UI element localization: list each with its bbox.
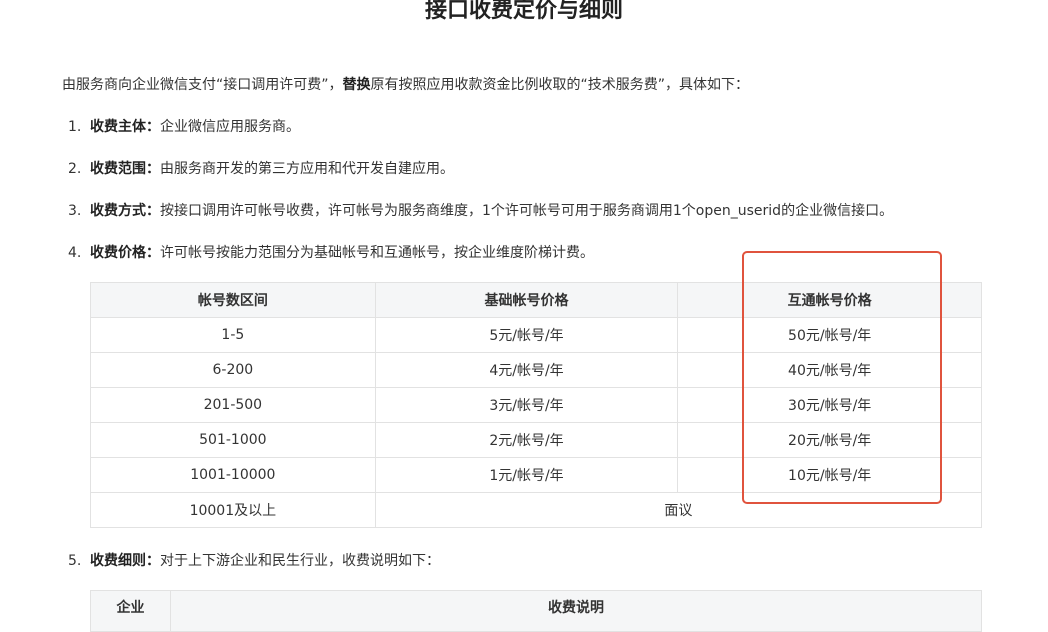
list-item-1: 1. 收费主体：企业微信应用服务商。: [68, 116, 300, 138]
list-text: 由服务商开发的第三方应用和代开发自建应用。: [160, 161, 454, 177]
list-text: 企业微信应用服务商。: [160, 119, 300, 135]
cell-range: 501-1000: [90, 422, 376, 458]
list-text: 对于上下游企业和民生行业，收费说明如下：: [160, 553, 440, 569]
list-number: 2.: [68, 161, 82, 177]
table-header-row: 企业 收费说明: [90, 590, 983, 632]
cell-basic-price: 5元/帐号/年: [374, 317, 679, 353]
cell-basic-price: 3元/帐号/年: [374, 387, 679, 423]
list-label: 收费价格：: [90, 245, 160, 261]
list-text: 许可帐号按能力范围分为基础帐号和互通帐号，按企业维度阶梯计费。: [160, 245, 594, 261]
list-item-4: 4. 收费价格：许可帐号按能力范围分为基础帐号和互通帐号，按企业维度阶梯计费。: [68, 242, 594, 264]
intro-bold: 替换: [342, 77, 371, 93]
list-label: 收费细则：: [90, 553, 160, 569]
list-item-3: 3. 收费方式：按接口调用许可帐号收费，许可帐号为服务商维度，1个许可帐号可用于服…: [68, 200, 893, 222]
list-number: 3.: [68, 203, 82, 219]
header-fee-description: 收费说明: [169, 590, 983, 632]
intro-text-2: 原有按照应用收款资金比例收取的“技术服务费”，具体如下：: [370, 77, 750, 93]
list-label: 收费范围：: [90, 161, 160, 177]
list-label: 收费主体：: [90, 119, 160, 135]
highlight-annotation-box: [742, 251, 942, 504]
list-text: 按接口调用许可帐号收费，许可帐号为服务商维度，1个许可帐号可用于服务商调用1个o…: [160, 203, 894, 219]
header-enterprise: 企业: [90, 590, 171, 632]
list-item-2: 2. 收费范围：由服务商开发的第三方应用和代开发自建应用。: [68, 158, 454, 180]
cell-range: 1-5: [90, 317, 376, 353]
cell-range: 1001-10000: [90, 457, 376, 493]
cell-range: 10001及以上: [90, 492, 376, 528]
cell-range: 201-500: [90, 387, 376, 423]
cell-range: 6-200: [90, 352, 376, 388]
page-title: 接口收费定价与细则: [424, 0, 623, 23]
header-range: 帐号数区间: [90, 282, 376, 318]
intro-paragraph: 由服务商向企业微信支付“接口调用许可费”，替换原有按照应用收款资金比例收取的“技…: [62, 74, 749, 96]
list-number: 4.: [68, 245, 82, 261]
cell-basic-price: 2元/帐号/年: [374, 422, 679, 458]
list-item-5: 5. 收费细则：对于上下游企业和民生行业，收费说明如下：: [68, 550, 440, 572]
list-number: 1.: [68, 119, 82, 135]
cell-basic-price: 1元/帐号/年: [374, 457, 679, 493]
list-number: 5.: [68, 553, 82, 569]
detail-table: 企业 收费说明: [90, 590, 983, 632]
cell-basic-price: 4元/帐号/年: [374, 352, 679, 388]
intro-text-1: 由服务商向企业微信支付“接口调用许可费”，: [62, 77, 343, 93]
header-basic-price: 基础帐号价格: [374, 282, 679, 318]
list-label: 收费方式：: [90, 203, 160, 219]
